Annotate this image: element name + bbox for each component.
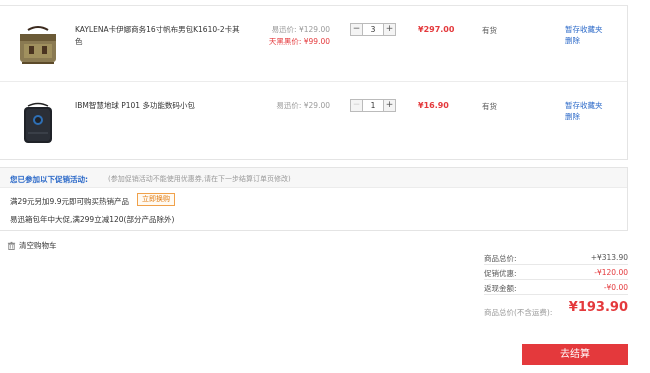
summary-divider [484,264,628,265]
delete-item-link[interactable]: 删除 [565,111,603,122]
discount-value: -¥120.00 [594,268,628,277]
price-block: 易迅价: ¥29.00 [250,100,330,112]
item-subtotal: ¥16.90 [418,101,449,110]
quantity-input[interactable]: 1 [363,99,383,112]
quantity-input[interactable]: 3 [363,23,383,36]
product-image-shoulder-bag[interactable] [14,98,62,146]
discount-label: 促销优惠: [484,269,517,278]
promotion-offer-text: 满29元另加9.9元即可购买热销产品 [10,197,129,206]
price-label: 易迅价: [276,101,302,110]
quantity-stepper: − 3 + [350,23,396,36]
price-label: 易迅价: [271,25,297,34]
quantity-decrease-button[interactable]: − [350,23,363,36]
summary-divider [484,294,628,295]
checkout-button[interactable]: 去结算 [522,344,628,365]
goods-total-label: 商品总价: [484,254,517,263]
item-actions: 暂存收藏夹 删除 [565,100,603,122]
trash-icon [7,241,16,250]
quantity-increase-button[interactable]: + [383,99,396,112]
promotion-header: 您已参加以下促销活动: (参加促销活动不能使用优惠券,请在下一步结算订单页修改) [0,168,627,188]
save-to-favorites-link[interactable]: 暂存收藏夹 [565,100,603,111]
promo-price: ¥99.00 [303,37,330,46]
cart-row: KAYLENA卡伊娜商务16寸帆布男包K1610-2卡其色 易迅价: ¥129.… [0,6,627,82]
promotion-note: (参加促销活动不能使用优惠券,请在下一步结算订单页修改) [108,175,291,183]
rebate-label: 返现金额: [484,284,517,293]
exchange-now-button[interactable]: 立即换购 [137,193,175,206]
unit-price: ¥29.00 [303,101,330,110]
product-name[interactable]: IBM智慧地球 P101 多功能数码小包 [75,100,245,112]
promotion-panel: 您已参加以下促销活动: (参加促销活动不能使用优惠券,请在下一步结算订单页修改)… [0,167,628,231]
quantity-decrease-button[interactable]: − [350,99,363,112]
save-to-favorites-link[interactable]: 暂存收藏夹 [565,24,603,35]
grand-total-label: 商品总价(不含运费): [484,308,553,317]
grand-total-value: ¥193.90 [568,300,628,315]
goods-total-row: 商品总价: +¥313.90 [484,251,628,264]
product-name[interactable]: KAYLENA卡伊娜商务16寸帆布男包K1610-2卡其色 [75,24,245,48]
promotion-event-text: 易迅箱包年中大促,满299立减120(部分产品除外) [10,215,175,224]
clear-cart-button[interactable]: 清空购物车 [7,240,57,251]
quantity-stepper: − 1 + [350,99,396,112]
item-subtotal: ¥297.00 [418,25,455,34]
rebate-value: -¥0.00 [603,283,628,292]
cart-item-list: KAYLENA卡伊娜商务16寸帆布男包K1610-2卡其色 易迅价: ¥129.… [0,6,628,160]
promotion-title: 您已参加以下促销活动: [10,175,88,184]
item-actions: 暂存收藏夹 删除 [565,24,603,46]
product-image-messenger-bag[interactable] [14,22,62,70]
unit-price: ¥129.00 [298,25,330,34]
discount-row: 促销优惠: -¥120.00 [484,266,628,279]
summary-divider [484,279,628,280]
cart-row: IBM智慧地球 P101 多功能数码小包 易迅价: ¥29.00 − 1 + ¥… [0,82,627,158]
stock-status: 有货 [482,26,497,35]
delete-item-link[interactable]: 删除 [565,35,603,46]
stock-status: 有货 [482,102,497,111]
goods-total-value: +¥313.90 [590,253,628,262]
promo-price-label: 天黑黑价: [268,37,302,46]
price-block: 易迅价: ¥129.00 天黑黑价: ¥99.00 [250,24,330,48]
clear-cart-label: 清空购物车 [19,241,57,250]
rebate-row: 返现金额: -¥0.00 [484,281,628,294]
quantity-increase-button[interactable]: + [383,23,396,36]
